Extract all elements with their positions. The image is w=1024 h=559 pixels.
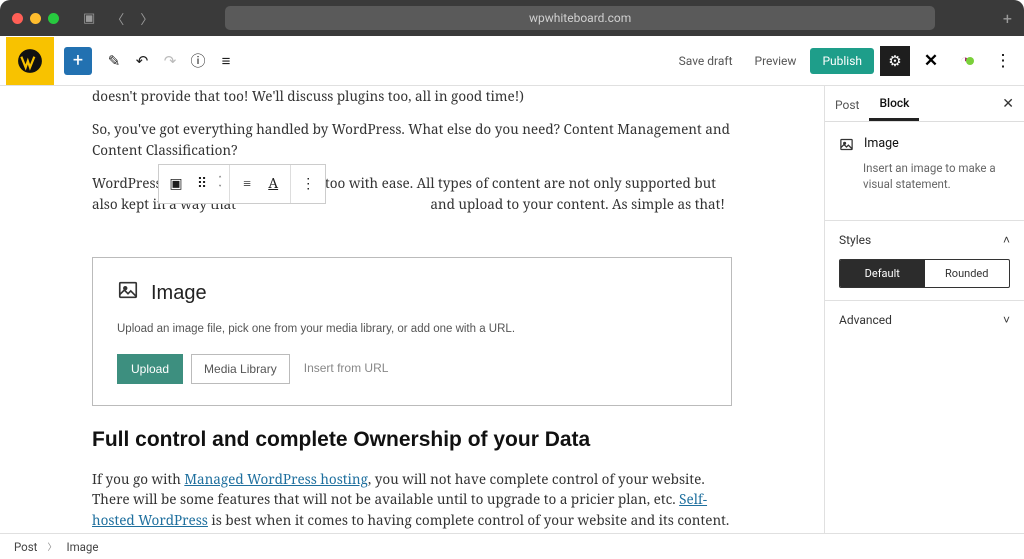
link-managed-hosting[interactable]: Managed WordPress hosting <box>184 470 368 488</box>
editor-toolbar: + ✎ ↶ ↷ ⓘ ≡ Save draft Preview Publish ⚙… <box>0 36 1024 86</box>
paragraph[interactable]: If you go with Managed WordPress hosting… <box>92 469 732 532</box>
outline-icon[interactable]: ≡ <box>212 52 240 70</box>
minimize-window-icon[interactable] <box>30 13 41 24</box>
publish-button[interactable]: Publish <box>810 48 874 74</box>
image-icon <box>117 278 139 309</box>
yoast-icon[interactable]: ◔ <box>952 46 982 76</box>
inspector-sidebar: Post Block ✕ Image Insert an image to ma… <box>824 86 1024 533</box>
text: If you go with <box>92 470 184 488</box>
sidebar-toggle-icon[interactable]: ▣ <box>79 9 99 28</box>
undo-icon[interactable]: ↶ <box>128 52 156 70</box>
styles-panel-toggle[interactable]: Styles ˄ <box>839 233 1010 247</box>
chevron-up-icon: ˄ <box>1003 233 1010 247</box>
redo-icon[interactable]: ↷ <box>156 52 184 70</box>
close-x-icon[interactable]: ✕ <box>916 46 946 76</box>
back-icon[interactable]: 〈 <box>107 7 128 30</box>
panel-label: Advanced <box>839 313 892 327</box>
style-rounded-button[interactable]: Rounded <box>925 260 1010 287</box>
image-block-title: Image <box>151 278 207 309</box>
drag-handle-icon[interactable]: ⠿ <box>189 173 215 195</box>
block-breadcrumb: Post 〉 Image <box>0 533 1024 559</box>
paragraph[interactable]: doesn't provide that too! We'll discuss … <box>92 86 732 107</box>
chevron-right-icon: 〉 <box>47 540 56 553</box>
image-block-description: Upload an image file, pick one from your… <box>117 321 707 339</box>
preview-button[interactable]: Preview <box>747 50 805 72</box>
browser-chrome: ▣ 〈 〉 wpwhiteboard.com + <box>0 0 1024 36</box>
more-menu-icon[interactable]: ⋮ <box>988 46 1018 76</box>
text-color-icon[interactable]: A <box>260 173 286 195</box>
inspector-block-title: Image <box>864 136 899 156</box>
url-bar[interactable]: wpwhiteboard.com <box>225 6 935 30</box>
settings-icon[interactable]: ⚙ <box>880 46 910 76</box>
chevron-down-icon: ˅ <box>1003 313 1010 327</box>
style-default-button[interactable]: Default <box>840 260 925 287</box>
media-library-button[interactable]: Media Library <box>191 354 290 384</box>
more-options-icon[interactable]: ⋮ <box>295 173 321 195</box>
heading[interactable]: Full control and complete Ownership of y… <box>92 424 732 457</box>
breadcrumb-image[interactable]: Image <box>66 540 98 554</box>
image-icon <box>839 137 854 156</box>
insert-from-url-button[interactable]: Insert from URL <box>298 352 395 385</box>
paragraph[interactable]: So, you've got everything handled by Wor… <box>92 119 732 161</box>
tab-post[interactable]: Post <box>825 88 869 120</box>
breadcrumb-post[interactable]: Post <box>14 540 37 554</box>
align-icon[interactable]: ≡ <box>234 173 260 195</box>
move-down-icon[interactable]: ˅ <box>219 184 221 193</box>
add-block-button[interactable]: + <box>64 47 92 75</box>
new-tab-icon[interactable]: + <box>1003 9 1012 28</box>
editor-canvas[interactable]: doesn't provide that too! We'll discuss … <box>0 86 824 533</box>
text: is best when it comes to having complete… <box>208 511 729 529</box>
forward-icon[interactable]: 〉 <box>136 7 157 30</box>
maximize-window-icon[interactable] <box>48 13 59 24</box>
save-draft-button[interactable]: Save draft <box>671 50 741 72</box>
image-block-placeholder[interactable]: Image Upload an image file, pick one fro… <box>92 257 732 406</box>
upload-button[interactable]: Upload <box>117 354 183 384</box>
block-toolbar: ▣ ⠿ ˄ ˅ ≡ A ⋮ <box>158 164 326 204</box>
window-controls <box>12 13 59 24</box>
block-type-image-icon[interactable]: ▣ <box>163 173 189 195</box>
inspector-block-description: Insert an image to make a visual stateme… <box>863 160 1010 192</box>
close-inspector-icon[interactable]: ✕ <box>992 88 1024 120</box>
advanced-panel-toggle[interactable]: Advanced ˅ <box>839 313 1010 327</box>
close-window-icon[interactable] <box>12 13 23 24</box>
site-logo[interactable] <box>6 37 54 85</box>
info-icon[interactable]: ⓘ <box>184 50 212 71</box>
panel-label: Styles <box>839 233 871 247</box>
tab-block[interactable]: Block <box>869 86 919 121</box>
text: and upload to your content. As simple as… <box>430 195 725 213</box>
edit-mode-icon[interactable]: ✎ <box>100 52 128 70</box>
